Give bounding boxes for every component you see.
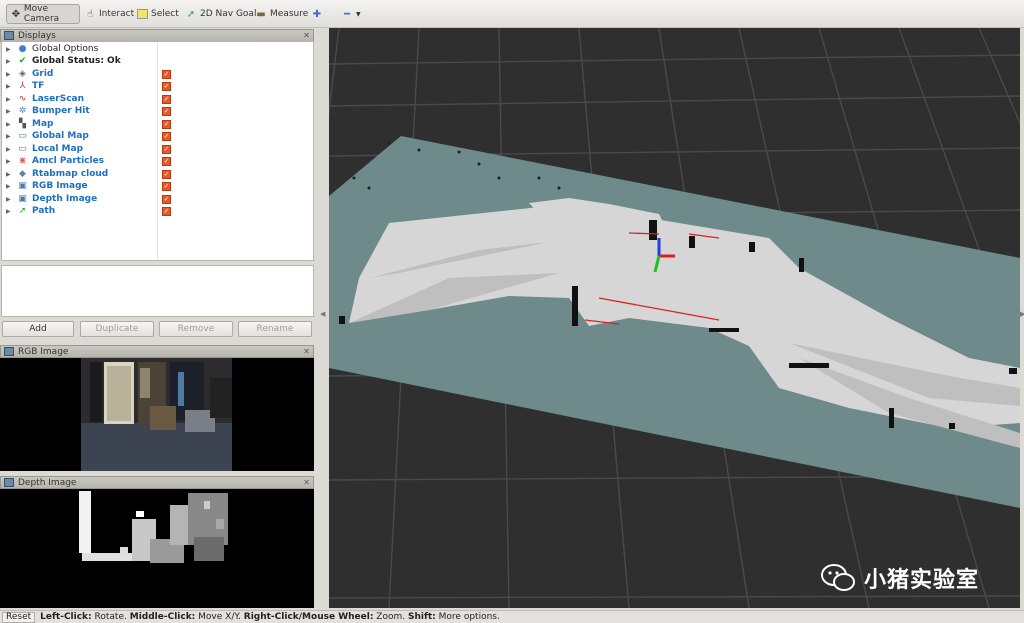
select-tool[interactable]: Select: [137, 4, 179, 24]
display-item-rtabmap-cloud[interactable]: ▶ ◆ Rtabmap cloud: [2, 168, 302, 180]
checkmark-icon: ✔: [18, 56, 27, 66]
expand-arrow-icon[interactable]: ▶: [6, 158, 14, 165]
amcl-particles-checkbox[interactable]: ✓: [162, 157, 171, 166]
display-item-path[interactable]: ▶ ➚ Path: [2, 205, 302, 217]
rtabmap-cloud-checkbox[interactable]: ✓: [162, 170, 171, 179]
path-checkbox[interactable]: ✓: [162, 207, 171, 216]
display-item-global-map[interactable]: ▶ ▭ Global Map: [2, 130, 302, 142]
display-item-map[interactable]: ▶ ▚ Map: [2, 118, 302, 130]
tool-menu-dropdown[interactable]: ━ ▼: [341, 4, 361, 24]
crosshair-icon: ✚: [312, 8, 322, 20]
display-item-rgb-image[interactable]: ▶ ▣ RGB Image: [2, 180, 302, 192]
measure-tool[interactable]: ▬ Measure: [255, 4, 308, 24]
image-icon: ▣: [18, 194, 27, 204]
rgb-image-checkbox[interactable]: ✓: [162, 182, 171, 191]
rgb-image-view: [0, 358, 314, 471]
nav-goal-icon: ➚: [186, 8, 196, 20]
display-item-local-map[interactable]: ▶ ▭ Local Map: [2, 143, 302, 155]
depth-image-checkbox[interactable]: ✓: [162, 195, 171, 204]
display-item-depth-image[interactable]: ▶ ▣ Depth Image: [2, 193, 302, 205]
grid-icon: ◈: [19, 69, 26, 79]
measure-icon: ▬: [256, 8, 266, 20]
expand-arrow-icon[interactable]: ▶: [6, 196, 14, 203]
expand-arrow-icon[interactable]: ▶: [6, 96, 14, 103]
axes-icon: ⅄: [19, 81, 26, 91]
remove-button[interactable]: Remove: [159, 321, 233, 337]
wechat-logo-icon: [821, 564, 855, 591]
move-camera-tool[interactable]: ✥ Move Camera: [6, 4, 80, 24]
add-button[interactable]: Add: [2, 321, 74, 337]
tf-checkbox[interactable]: ✓: [162, 82, 171, 91]
display-item-global-options[interactable]: ▶ ● Global Options: [2, 43, 302, 55]
display-item-tf[interactable]: ▶ ⅄ TF: [2, 80, 302, 92]
grid-checkbox[interactable]: ✓: [162, 70, 171, 79]
expand-arrow-icon[interactable]: ▶: [6, 146, 14, 153]
folder-icon: ▭: [18, 131, 27, 141]
expand-arrow-icon[interactable]: ▶: [6, 183, 14, 190]
particles-icon: ⋇: [18, 156, 27, 166]
laserscan-checkbox[interactable]: ✓: [162, 95, 171, 104]
close-icon[interactable]: ✕: [303, 347, 310, 356]
focus-camera-tool[interactable]: ✚: [311, 4, 323, 24]
map-icon: ▚: [19, 119, 26, 129]
nav-goal-tool[interactable]: ➚ 2D Nav Goal: [185, 4, 257, 24]
rename-button[interactable]: Rename: [238, 321, 312, 337]
bumper-icon: ✲: [18, 106, 27, 116]
toolbar: ✥ Move Camera ☝ Interact Select ➚ 2D Nav…: [0, 0, 1024, 28]
select-icon: [137, 9, 148, 19]
expand-arrow-icon[interactable]: ▶: [6, 46, 14, 53]
minus-icon: ━: [343, 8, 351, 20]
expand-arrow-icon[interactable]: ▶: [6, 133, 14, 140]
display-item-bumper-hit[interactable]: ▶ ✲ Bumper Hit: [2, 105, 302, 117]
map-checkbox[interactable]: ✓: [162, 120, 171, 129]
rgb-image-panel-header: RGB Image ✕: [0, 345, 314, 358]
splitter-left-arrow-icon[interactable]: ◀: [320, 310, 325, 318]
move-camera-icon: ✥: [11, 8, 21, 20]
interact-tool[interactable]: ☝ Interact: [84, 4, 134, 24]
bumper-hit-checkbox[interactable]: ✓: [162, 107, 171, 116]
interact-icon: ☝: [86, 8, 94, 20]
chevron-down-icon: ▼: [356, 10, 361, 18]
path-icon: ➚: [18, 206, 27, 216]
description-panel: [1, 265, 314, 317]
image-icon: [4, 347, 14, 356]
laser-wave-icon: ∿: [18, 94, 27, 104]
image-icon: [4, 478, 14, 487]
close-icon[interactable]: ✕: [303, 478, 310, 487]
displays-tree: ▶ ● Global Options ▶ ✔ Global Status: Ok…: [1, 41, 314, 261]
display-item-laserscan[interactable]: ▶ ∿ LaserScan: [2, 93, 302, 105]
close-icon[interactable]: ✕: [303, 31, 310, 40]
local-map-checkbox[interactable]: ✓: [162, 145, 171, 154]
depth-image-panel-header: Depth Image ✕: [0, 476, 314, 489]
reset-button[interactable]: Reset: [2, 611, 36, 623]
scene-render: [329, 28, 1020, 608]
rgb-camera-frame: [0, 358, 314, 471]
globe-icon: ●: [18, 44, 27, 54]
global-map-checkbox[interactable]: ✓: [162, 132, 171, 141]
cloud-icon: ◆: [19, 169, 26, 179]
expand-arrow-icon[interactable]: ▶: [6, 108, 14, 115]
watermark: 小猪实验室: [820, 562, 979, 594]
monitor-icon: [4, 31, 14, 40]
display-item-amcl-particles[interactable]: ▶ ⋇ Amcl Particles: [2, 155, 302, 167]
duplicate-button[interactable]: Duplicate: [80, 321, 154, 337]
3d-viewport[interactable]: 小猪实验室: [329, 28, 1020, 608]
display-item-grid[interactable]: ▶ ◈ Grid: [2, 68, 302, 80]
folder-icon: ▭: [18, 144, 27, 154]
splitter-right-arrow-icon[interactable]: ▶: [1020, 310, 1024, 318]
expand-arrow-icon[interactable]: ▶: [6, 208, 14, 215]
image-icon: ▣: [18, 181, 27, 191]
expand-arrow-icon[interactable]: ▶: [6, 83, 14, 90]
expand-arrow-icon[interactable]: ▶: [6, 171, 14, 178]
status-bar: Reset Left-Click: Rotate. Middle-Click: …: [0, 610, 1024, 623]
depth-image-view: [0, 489, 314, 608]
expand-arrow-icon[interactable]: ▶: [6, 71, 14, 78]
depth-camera-frame: [0, 489, 314, 608]
expand-arrow-icon[interactable]: ▶: [6, 121, 14, 128]
expand-arrow-icon[interactable]: ▶: [6, 58, 14, 65]
display-item-global-status[interactable]: ▶ ✔ Global Status: Ok: [2, 55, 302, 67]
